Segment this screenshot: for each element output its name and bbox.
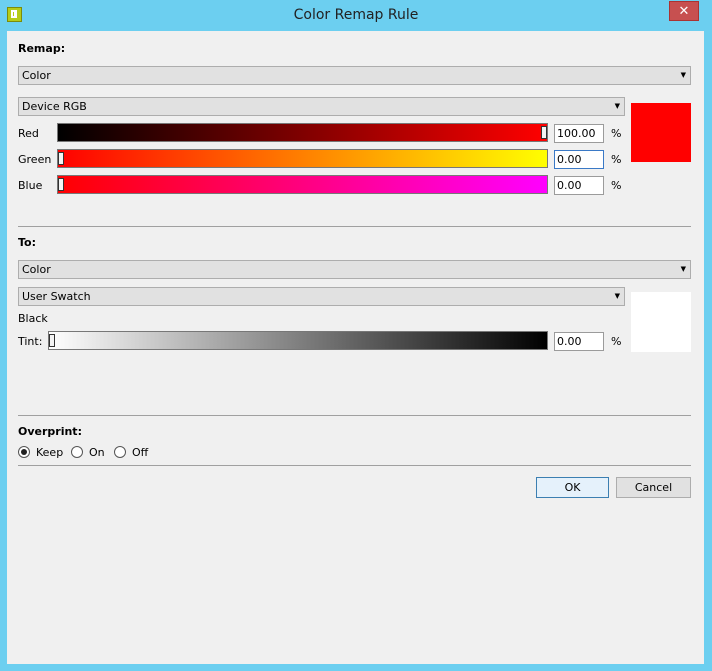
divider — [18, 415, 691, 416]
to-color-preview — [631, 292, 691, 352]
overprint-off-label[interactable]: Off — [132, 446, 148, 459]
tint-value-field[interactable]: 0.00 — [554, 332, 604, 351]
to-type-value: Color — [22, 263, 51, 276]
remap-type-select[interactable]: Color ▼ — [18, 66, 691, 85]
blue-unit: % — [611, 179, 622, 192]
to-type-select[interactable]: Color ▼ — [18, 260, 691, 279]
cancel-button[interactable]: Cancel — [616, 477, 691, 498]
remap-space-value: Device RGB — [22, 100, 87, 113]
red-label: Red — [18, 127, 39, 140]
chevron-down-icon: ▼ — [614, 292, 620, 300]
remap-color-preview — [631, 103, 691, 162]
green-label: Green — [18, 153, 52, 166]
tint-slider[interactable] — [48, 331, 548, 350]
green-slider[interactable] — [57, 149, 548, 168]
green-unit: % — [611, 153, 622, 166]
red-slider[interactable] — [57, 123, 548, 142]
overprint-heading: Overprint: — [18, 425, 82, 438]
to-space-select[interactable]: User Swatch ▼ — [18, 287, 625, 306]
remap-space-select[interactable]: Device RGB ▼ — [18, 97, 625, 116]
green-value-field[interactable]: 0.00 — [554, 150, 604, 169]
blue-label: Blue — [18, 179, 43, 192]
blue-value-field[interactable]: 0.00 — [554, 176, 604, 195]
chevron-down-icon: ▼ — [680, 71, 686, 79]
remap-heading: Remap: — [18, 42, 66, 55]
red-value-field[interactable]: 100.00 — [554, 124, 604, 143]
overprint-keep-radio[interactable] — [18, 446, 30, 458]
title-bar: Color Remap Rule ✕ — [0, 0, 712, 31]
remap-type-value: Color — [22, 69, 51, 82]
blue-slider[interactable] — [57, 175, 548, 194]
divider — [18, 226, 691, 227]
to-heading: To: — [18, 236, 36, 249]
red-unit: % — [611, 127, 622, 140]
chevron-down-icon: ▼ — [680, 265, 686, 273]
ok-button[interactable]: OK — [536, 477, 609, 498]
tint-label: Tint: — [18, 335, 43, 348]
window-title: Color Remap Rule — [293, 7, 419, 23]
overprint-on-radio[interactable] — [71, 446, 83, 458]
overprint-on-label[interactable]: On — [89, 446, 105, 459]
tint-slider-thumb[interactable] — [49, 334, 55, 347]
swatch-name: Black — [18, 312, 48, 325]
blue-slider-thumb[interactable] — [58, 178, 64, 191]
tint-unit: % — [611, 335, 622, 348]
green-slider-thumb[interactable] — [58, 152, 64, 165]
divider — [18, 465, 691, 466]
to-space-value: User Swatch — [22, 290, 91, 303]
close-button[interactable]: ✕ — [669, 1, 699, 21]
red-slider-thumb[interactable] — [541, 126, 547, 139]
overprint-off-radio[interactable] — [114, 446, 126, 458]
chevron-down-icon: ▼ — [614, 102, 620, 110]
overprint-keep-label[interactable]: Keep — [36, 446, 63, 459]
dialog-body: Remap: Color ▼ Device RGB ▼ Red 100.00 %… — [7, 31, 704, 664]
